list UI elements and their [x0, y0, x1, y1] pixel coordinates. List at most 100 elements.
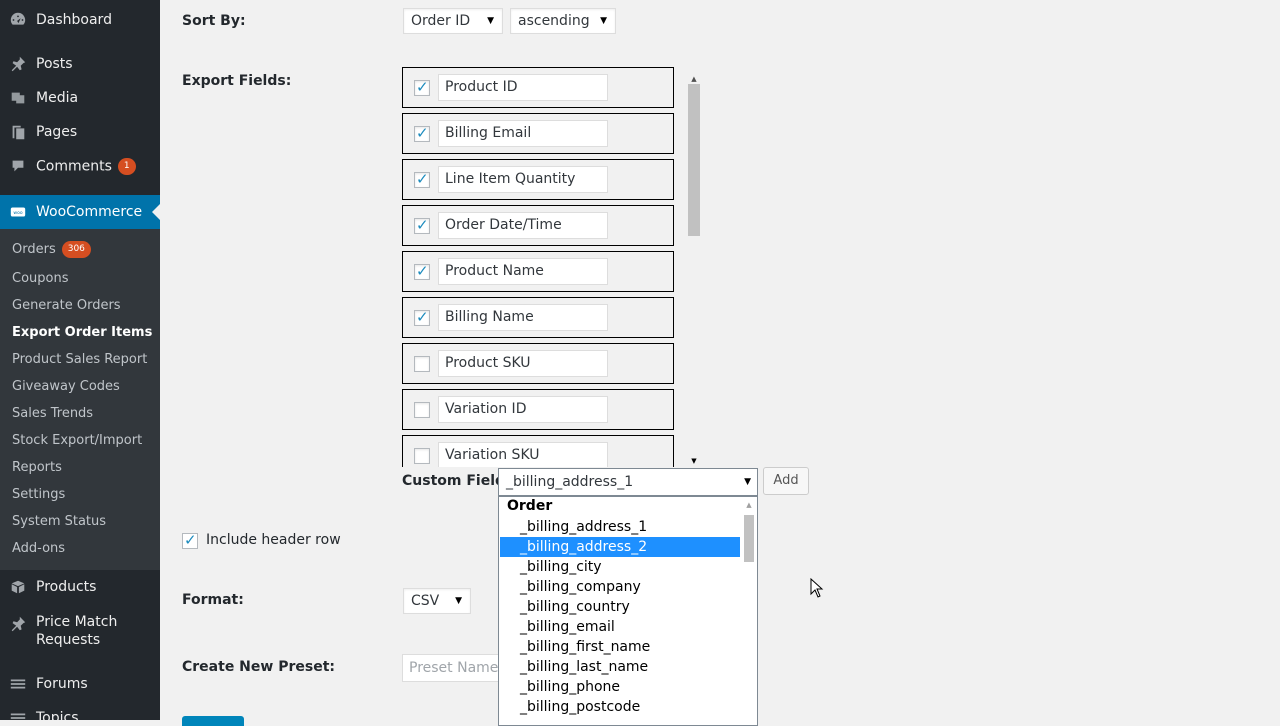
menu-label: Dashboard — [36, 12, 112, 28]
dropdown-option[interactable]: _billing_company — [500, 577, 740, 597]
dropdown-option[interactable]: _billing_city — [500, 557, 740, 577]
field-checkbox[interactable]: ✓ — [414, 78, 430, 96]
export-field-row[interactable]: ✓ Order Date/Time — [402, 205, 674, 246]
menu-dashboard[interactable]: Dashboard — [0, 3, 160, 37]
dropdown-option[interactable]: _billing_country — [500, 597, 740, 617]
menu-label: Products — [36, 579, 97, 595]
field-name-input[interactable]: Line Item Quantity — [438, 166, 608, 193]
field-checkbox[interactable] — [414, 356, 430, 372]
submenu-orders[interactable]: Orders 306 — [12, 241, 91, 258]
comment-icon — [8, 156, 28, 176]
menu-forums[interactable]: Forums — [0, 667, 160, 701]
chevron-down-icon: ▼ — [744, 477, 751, 487]
woocommerce-submenu: Orders 306 Coupons Generate Orders Export… — [0, 229, 160, 570]
media-icon — [8, 88, 28, 108]
option-group-label: Order — [507, 498, 553, 514]
menu-label: Price Match Requests — [36, 614, 118, 648]
export-field-row[interactable]: Variation SKU — [402, 435, 674, 467]
field-checkbox[interactable] — [414, 448, 430, 464]
submenu-add-ons[interactable]: Add-ons — [12, 541, 65, 556]
menu-comments[interactable]: Comments 1 — [0, 149, 160, 183]
dropdown-option[interactable]: _billing_email — [500, 617, 740, 637]
scrollbar-thumb[interactable] — [688, 84, 700, 236]
dropdown-scrollbar[interactable]: ▲ — [741, 497, 757, 725]
submenu-product-sales-report[interactable]: Product Sales Report — [12, 352, 147, 367]
svg-text:woo: woo — [13, 211, 22, 216]
export-field-row[interactable]: ✓ Billing Email — [402, 113, 674, 154]
export-fields-scrollbar[interactable]: ▲ ▼ — [688, 74, 700, 466]
submit-button[interactable] — [182, 716, 244, 726]
menu-media[interactable]: Media — [0, 81, 160, 115]
field-name-input[interactable]: Order Date/Time — [438, 212, 608, 239]
dropdown-option[interactable]: _billing_postcode — [500, 697, 740, 717]
export-field-row[interactable]: ✓ Product Name — [402, 251, 674, 292]
submenu-reports[interactable]: Reports — [12, 460, 62, 475]
pin-icon — [8, 614, 28, 634]
field-checkbox[interactable]: ✓ — [414, 170, 430, 188]
menu-woocommerce[interactable]: woo WooCommerce — [0, 195, 160, 229]
field-checkbox[interactable]: ✓ — [414, 308, 430, 326]
custom-field-label: Custom Field: — [402, 473, 511, 489]
scroll-up-icon[interactable]: ▲ — [688, 74, 700, 84]
forums-icon — [8, 674, 28, 694]
field-name-input[interactable]: Product ID — [438, 74, 608, 101]
submenu-sales-trends[interactable]: Sales Trends — [12, 406, 93, 421]
dropdown-option[interactable]: _billing_address_1 — [500, 517, 740, 537]
menu-price-match-requests[interactable]: Price Match Requests — [0, 613, 160, 653]
menu-posts[interactable]: Posts — [0, 47, 160, 81]
check-icon: ✓ — [416, 78, 429, 96]
submenu-stock-export-import[interactable]: Stock Export/Import — [12, 433, 142, 448]
custom-field-select[interactable]: _billing_address_1 ▼ — [498, 468, 758, 496]
dropdown-option-highlighted[interactable]: _billing_address_2 — [500, 537, 740, 557]
include-header-row-checkbox[interactable]: ✓ — [182, 531, 198, 549]
scrollbar-thumb[interactable] — [744, 515, 754, 562]
menu-label: WooCommerce — [36, 204, 143, 220]
menu-products[interactable]: Products — [0, 570, 160, 604]
menu-label: Media — [36, 90, 79, 106]
export-field-row[interactable]: Variation ID — [402, 389, 674, 430]
scroll-down-icon[interactable]: ▼ — [688, 456, 700, 466]
submenu-settings[interactable]: Settings — [12, 487, 65, 502]
scroll-up-icon[interactable]: ▲ — [741, 501, 757, 509]
comments-count-badge: 1 — [117, 157, 136, 175]
check-icon: ✓ — [416, 170, 429, 188]
submenu-export-order-items[interactable]: Export Order Items — [12, 325, 152, 340]
export-field-row[interactable]: Product SKU — [402, 343, 674, 384]
dropdown-option[interactable]: _billing_phone — [500, 677, 740, 697]
submenu-generate-orders[interactable]: Generate Orders — [12, 298, 121, 313]
sort-direction-select[interactable]: ascending ▼ — [510, 8, 616, 34]
field-name-input[interactable]: Billing Email — [438, 120, 608, 147]
field-checkbox[interactable]: ✓ — [414, 216, 430, 234]
dropdown-option[interactable]: _billing_first_name — [500, 637, 740, 657]
add-custom-field-button[interactable]: Add — [763, 467, 809, 495]
format-select[interactable]: CSV ▼ — [403, 588, 471, 614]
field-name-input[interactable]: Variation SKU — [438, 442, 608, 467]
submenu-coupons[interactable]: Coupons — [12, 271, 69, 286]
field-name-input[interactable]: Variation ID — [438, 396, 608, 423]
chevron-down-icon: ▼ — [600, 16, 607, 26]
menu-label: Topics — [36, 710, 79, 720]
menu-topics[interactable]: Topics — [0, 701, 160, 720]
export-field-row[interactable]: ✓ Line Item Quantity — [402, 159, 674, 200]
include-header-row-label[interactable]: Include header row — [206, 532, 341, 548]
field-name-input[interactable]: Billing Name — [438, 304, 608, 331]
submenu-system-status[interactable]: System Status — [12, 514, 106, 529]
topics-icon — [8, 708, 28, 720]
field-checkbox[interactable]: ✓ — [414, 262, 430, 280]
preset-name-input[interactable]: Preset Name — [402, 654, 502, 682]
chevron-down-icon: ▼ — [487, 16, 494, 26]
field-checkbox[interactable]: ✓ — [414, 124, 430, 142]
check-icon: ✓ — [184, 531, 197, 549]
custom-field-dropdown-list[interactable]: Order _billing_address_1 _billing_addres… — [498, 496, 758, 726]
menu-label: Pages — [36, 124, 78, 140]
menu-pages[interactable]: Pages — [0, 115, 160, 149]
export-field-row[interactable]: ✓ Product ID — [402, 67, 674, 108]
sort-field-select[interactable]: Order ID ▼ — [403, 8, 503, 34]
export-field-row[interactable]: ✓ Billing Name — [402, 297, 674, 338]
field-name-input[interactable]: Product SKU — [438, 350, 608, 377]
field-name-input[interactable]: Product Name — [438, 258, 608, 285]
dropdown-option[interactable]: _billing_last_name — [500, 657, 740, 677]
submenu-giveaway-codes[interactable]: Giveaway Codes — [12, 379, 120, 394]
current-menu-arrow — [152, 204, 160, 220]
field-checkbox[interactable] — [414, 402, 430, 418]
